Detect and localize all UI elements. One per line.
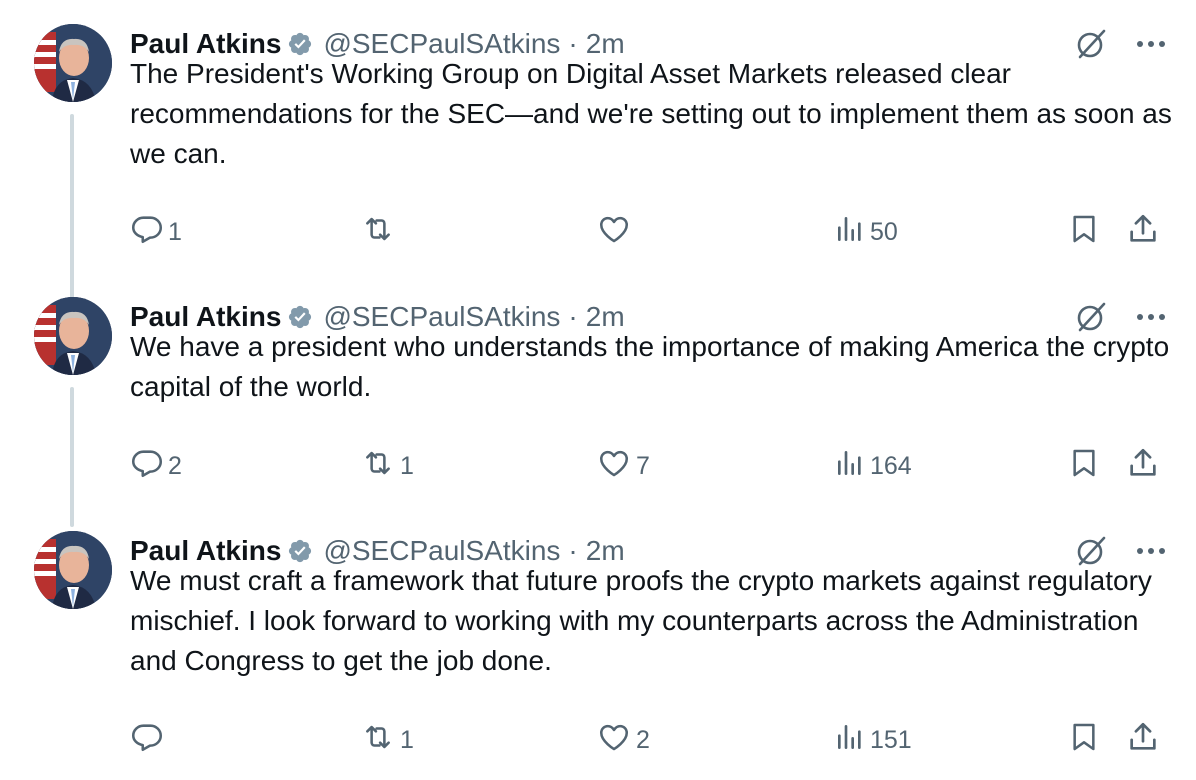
thread: Paul Atkins @SECPaulSAtkins · 2m The Pre… xyxy=(0,0,1196,780)
bookmark-icon xyxy=(1068,446,1100,487)
repost-button[interactable] xyxy=(360,212,400,252)
like-icon xyxy=(596,446,632,487)
like-icon xyxy=(596,720,632,761)
tweet-text: We must craft a framework that future pr… xyxy=(130,565,1152,676)
bookmark-icon xyxy=(1068,720,1100,761)
tweet-text: We have a president who understands the … xyxy=(130,331,1170,402)
views-icon xyxy=(834,720,866,761)
more-icon[interactable] xyxy=(1136,313,1166,321)
repost-icon xyxy=(360,212,396,253)
reply-count: 2 xyxy=(168,451,182,480)
views-icon xyxy=(834,212,866,253)
views-button[interactable]: 50 xyxy=(834,212,898,252)
reply-icon xyxy=(130,720,164,761)
like-count: 2 xyxy=(636,725,650,754)
views-icon xyxy=(834,446,866,487)
share-icon xyxy=(1126,212,1160,253)
repost-count: 1 xyxy=(400,725,414,754)
share-button[interactable] xyxy=(1126,212,1160,252)
repost-icon xyxy=(360,446,396,487)
share-icon xyxy=(1126,446,1160,487)
share-icon xyxy=(1126,720,1160,761)
avatar[interactable] xyxy=(34,24,112,102)
bookmark-button[interactable] xyxy=(1068,720,1100,760)
more-icon[interactable] xyxy=(1136,547,1166,555)
avatar[interactable] xyxy=(34,531,112,609)
views-count: 151 xyxy=(870,725,912,754)
repost-button[interactable]: 1 xyxy=(360,720,414,760)
tweet-actions: 1 2 151 xyxy=(130,720,1170,760)
reply-button[interactable]: 2 xyxy=(130,446,182,486)
repost-button[interactable]: 1 xyxy=(360,446,414,486)
reply-icon xyxy=(130,212,164,253)
share-button[interactable] xyxy=(1126,720,1160,760)
reply-count: 1 xyxy=(168,217,182,246)
thread-connector-line xyxy=(70,387,74,527)
tweet-actions: 2 1 7 164 xyxy=(130,446,1170,486)
bookmark-button[interactable] xyxy=(1068,212,1100,252)
like-button[interactable]: 7 xyxy=(596,446,650,486)
like-count: 7 xyxy=(636,451,650,480)
reply-button[interactable] xyxy=(130,720,168,760)
like-icon xyxy=(596,212,632,253)
tweet-text: The President's Working Group on Digital… xyxy=(130,58,1172,169)
views-button[interactable]: 151 xyxy=(834,720,912,760)
reply-icon xyxy=(130,446,164,487)
thread-connector-line xyxy=(70,114,74,312)
reply-button[interactable]: 1 xyxy=(130,212,182,252)
views-button[interactable]: 164 xyxy=(834,446,912,486)
views-count: 50 xyxy=(870,217,898,246)
like-button[interactable] xyxy=(596,212,636,252)
repost-icon xyxy=(360,720,396,761)
bookmark-icon xyxy=(1068,212,1100,253)
repost-count: 1 xyxy=(400,451,414,480)
avatar[interactable] xyxy=(34,297,112,375)
more-icon[interactable] xyxy=(1136,40,1166,48)
tweet-actions: 1 50 xyxy=(130,212,1170,252)
bookmark-button[interactable] xyxy=(1068,446,1100,486)
share-button[interactable] xyxy=(1126,446,1160,486)
like-button[interactable]: 2 xyxy=(596,720,650,760)
views-count: 164 xyxy=(870,451,912,480)
